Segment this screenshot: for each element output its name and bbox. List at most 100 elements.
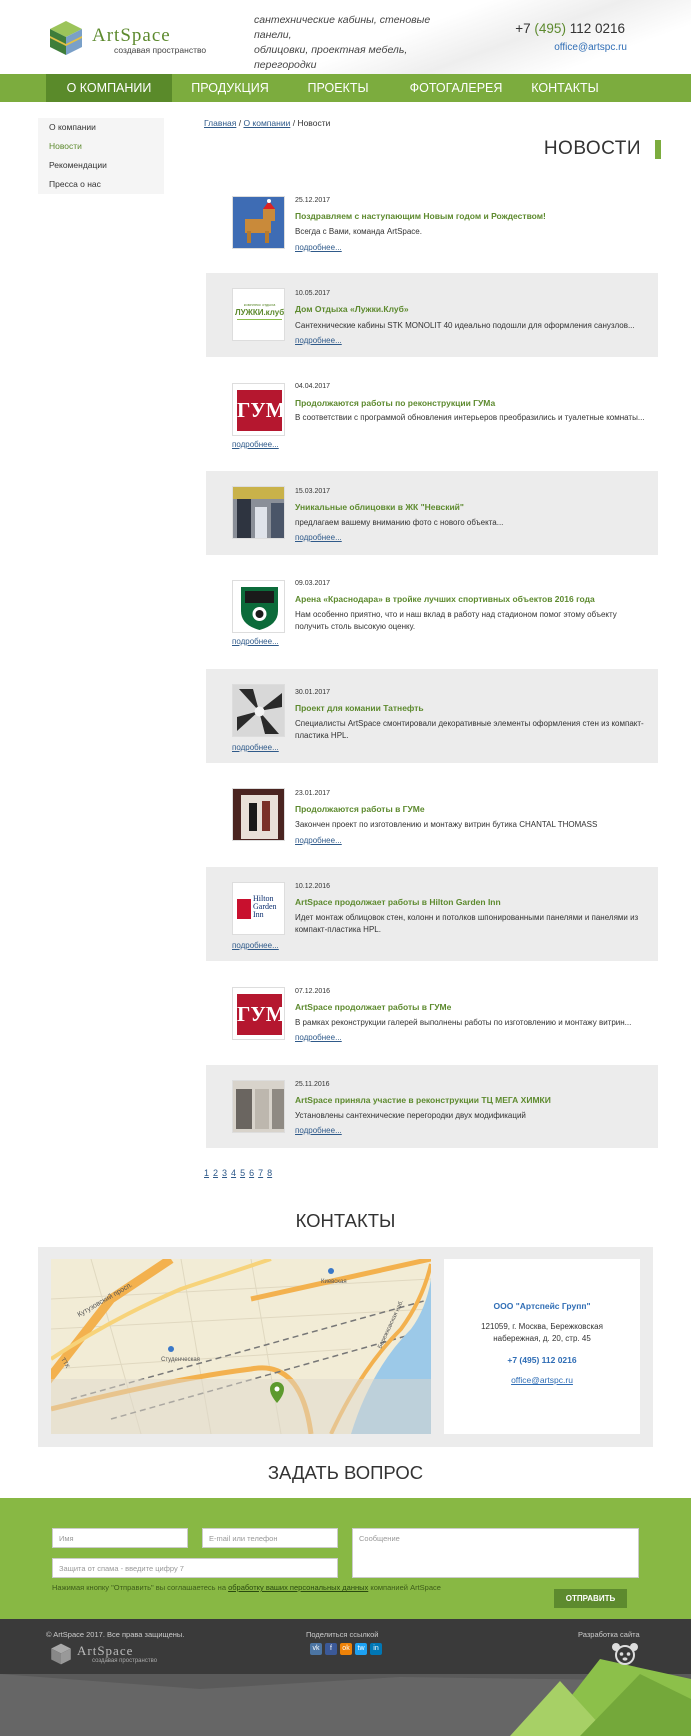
news-title[interactable]: Продолжаются работы в ГУМе (295, 804, 425, 814)
news-more-link[interactable]: подробнее... (295, 533, 342, 542)
news-thumbnail[interactable] (232, 486, 285, 539)
news-title[interactable]: Поздравляем с наступающим Новым годом и … (295, 211, 546, 221)
logo-name: ArtSpace (92, 25, 171, 46)
luzhki-logo-top: комплекс отдыха (243, 302, 276, 307)
map[interactable]: Кутузовский просп. Киевская Студенческая… (51, 1259, 431, 1434)
news-title[interactable]: Продолжаются работы по реконструкции ГУМ… (295, 398, 495, 408)
nav-item-contacts[interactable]: Контакты (526, 74, 604, 102)
captcha-input[interactable]: Защита от спама - введите цифру 7 (52, 1558, 338, 1578)
news-text: Сантехнические кабины STK MONOLIT 40 иде… (295, 321, 635, 330)
linkedin-share-icon[interactable]: in (370, 1643, 382, 1655)
hilton-logo-mark (237, 899, 251, 919)
news-thumbnail[interactable] (232, 580, 285, 633)
consent-link[interactable]: обработку ваших персональных данных (228, 1583, 368, 1592)
news-title[interactable]: ArtSpace продолжает работы в ГУМе (295, 1002, 451, 1012)
news-title[interactable]: ArtSpace приняла участие в реконструкции… (295, 1095, 551, 1105)
news-title[interactable]: Дом Отдыха «Лужки.Клуб» (295, 304, 409, 314)
breadcrumb-current: Новости (297, 118, 331, 128)
news-thumbnail[interactable] (232, 1080, 285, 1133)
sidebar-item-recommendations[interactable]: Рекомендации (38, 156, 164, 175)
interior-photo-image (233, 487, 284, 538)
company-email-link[interactable]: office@artspc.ru (444, 1375, 640, 1385)
developer-logo-icon[interactable] (611, 1642, 639, 1666)
page-title: НОВОСТИ (543, 138, 641, 159)
news-title[interactable]: ArtSpace продолжает работы в Hilton Gard… (295, 897, 501, 907)
developer-label: Разработка сайта (578, 1630, 640, 1639)
news-item: 25.11.2016 ArtSpace приняла участие в ре… (206, 1065, 658, 1148)
news-more-link[interactable]: подробнее... (232, 941, 279, 950)
news-title[interactable]: Проект для комании Татнефть (295, 703, 424, 713)
nav-item-products[interactable]: Продукция (178, 74, 282, 102)
news-item: ГУМ 04.04.2017 Продолжаются работы по ре… (206, 367, 658, 459)
vk-share-icon[interactable]: vk (310, 1643, 322, 1655)
news-more-link[interactable]: подробнее... (295, 1126, 342, 1135)
page-link[interactable]: 3 (222, 1168, 227, 1178)
pagination: 12345678 (204, 1168, 276, 1178)
nav-item-gallery[interactable]: Фотогалерея (396, 74, 516, 102)
copyright: © ArtSpace 2017. Все права защищены. (46, 1630, 185, 1639)
news-more-link[interactable]: подробнее... (295, 336, 342, 345)
news-thumbnail[interactable]: ГУМ (232, 987, 285, 1040)
page-link[interactable]: 4 (231, 1168, 236, 1178)
footer-logo-cube-icon (51, 1643, 71, 1665)
news-title[interactable]: Уникальные облицовки в ЖК "Невский" (295, 502, 464, 512)
breadcrumb-home[interactable]: Главная (204, 118, 236, 128)
contacts-heading: КОНТАКТЫ (295, 1210, 396, 1231)
company-address: 121059, г. Москва, Бережковская набережн… (444, 1321, 640, 1345)
facebook-share-icon[interactable]: f (325, 1643, 337, 1655)
news-item: 25.12.2017 Поздравляем с наступающим Нов… (206, 181, 658, 263)
ask-question-heading: ЗАДАТЬ ВОПРОС (267, 1462, 424, 1483)
news-date: 25.12.2017 (295, 197, 331, 204)
news-text: Закончен проект по изготовлению и монтаж… (295, 820, 598, 829)
site-header: ArtSpace создавая пространство сантехнич… (0, 0, 691, 74)
page-link[interactable]: 6 (249, 1168, 254, 1178)
sidebar-item-company[interactable]: О компании (38, 118, 164, 137)
contact-input[interactable]: E-mail или телефон (202, 1528, 338, 1548)
news-thumbnail[interactable]: комплекс отдыха ЛУЖКИ.клуб (232, 288, 285, 341)
logo[interactable]: ArtSpace создавая пространство (48, 20, 208, 58)
page-link[interactable]: 2 (213, 1168, 218, 1178)
news-more-link[interactable]: подробнее... (232, 440, 279, 449)
news-thumbnail[interactable] (232, 788, 285, 841)
news-date: 04.04.2017 (295, 383, 331, 390)
page-link[interactable]: 8 (267, 1168, 272, 1178)
sidebar-item-press[interactable]: Пресса о нас (38, 175, 164, 194)
name-input[interactable]: Имя (52, 1528, 188, 1548)
news-more-link[interactable]: подробнее... (232, 637, 279, 646)
news-thumbnail[interactable] (232, 196, 285, 249)
news-more-link[interactable]: подробнее... (295, 243, 342, 252)
page-link[interactable]: 7 (258, 1168, 263, 1178)
boutique-window-image (233, 789, 284, 840)
consent-text-after: компанией ArtSpace (368, 1583, 441, 1592)
news-more-link[interactable]: подробнее... (232, 743, 279, 752)
main-nav: О компании Продукция Проекты Фотогалерея… (0, 74, 691, 102)
news-date: 09.03.2017 (295, 580, 331, 587)
news-more-link[interactable]: подробнее... (295, 1033, 342, 1042)
news-thumbnail[interactable] (232, 684, 285, 737)
send-button[interactable]: ОТПРАВИТЬ (554, 1589, 627, 1608)
page-link[interactable]: 5 (240, 1168, 245, 1178)
site-footer: © ArtSpace 2017. Все права защищены. Art… (0, 1619, 691, 1736)
footer-logo[interactable]: ArtSpace создавая пространство (50, 1643, 160, 1665)
page-link[interactable]: 1 (204, 1168, 209, 1178)
header-email-link[interactable]: office@artspc.ru (554, 42, 627, 53)
news-text: Идет монтаж облицовок стен, колонн и пот… (295, 913, 639, 934)
news-text: Всегда с Вами, команда ArtSpace. (295, 227, 422, 236)
odnoklassniki-share-icon[interactable]: ok (340, 1643, 352, 1655)
news-title[interactable]: Арена «Краснодара» в тройке лучших спорт… (295, 594, 595, 604)
nav-item-company[interactable]: О компании (46, 74, 172, 102)
twitter-share-icon[interactable]: tw (355, 1643, 367, 1655)
luzhki-logo-line (237, 319, 282, 320)
company-name: ООО "Артспейс Групп" (493, 1301, 591, 1311)
news-thumbnail[interactable]: Hilton Garden Inn (232, 882, 285, 935)
phone-prefix: +7 (515, 21, 535, 36)
news-text: Установлены сантехнические перегородки д… (295, 1111, 526, 1120)
breadcrumb-section[interactable]: О компании (243, 118, 290, 128)
message-textarea[interactable]: Сообщение (352, 1528, 639, 1578)
sidebar-item-news[interactable]: Новости (38, 137, 164, 156)
news-more-link[interactable]: подробнее... (295, 836, 342, 845)
news-thumbnail[interactable]: ГУМ (232, 383, 285, 436)
company-phone[interactable]: +7 (495) 112 0216 (444, 1355, 640, 1365)
header-phone[interactable]: +7 (495) 112 0216 (515, 21, 625, 36)
nav-item-projects[interactable]: Проекты (296, 74, 380, 102)
